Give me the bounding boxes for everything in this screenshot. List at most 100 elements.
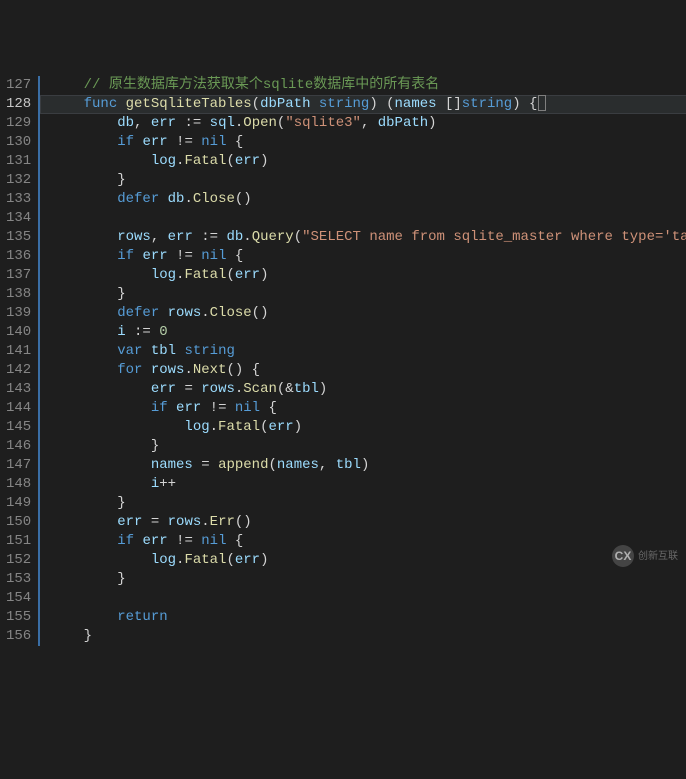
code-line[interactable]: func getSqliteTables(dbPath string) (nam… [40,95,686,114]
code-token: Fatal [184,153,226,169]
code-token: } [50,571,126,587]
code-token: . [184,362,192,378]
code-token: "SELECT name from sqlite_master where ty… [302,229,686,245]
code-token: if [151,400,168,416]
code-token: err [142,533,167,549]
code-token: rows [117,229,151,245]
code-token: db [117,115,134,131]
code-token [50,609,117,625]
line-number: 154 [6,589,30,608]
code-token [50,343,117,359]
code-token: i [151,476,159,492]
code-token: Query [252,229,294,245]
code-token: rows [201,381,235,397]
code-token: { [226,533,243,549]
code-token: ) [428,115,436,131]
code-token: tbl [294,381,319,397]
code-line[interactable]: var tbl string [50,342,686,361]
code-token: err [142,134,167,150]
line-number: 142 [6,361,30,380]
line-number: 144 [6,399,30,418]
code-line[interactable] [50,589,686,608]
watermark-logo-icon: CX [612,545,634,567]
code-token: err [168,229,193,245]
code-line[interactable]: } [50,285,686,304]
code-token: nil [235,400,260,416]
code-line[interactable]: return [50,608,686,627]
code-token [50,248,117,264]
code-token: = [193,457,218,473]
code-token: (& [277,381,294,397]
code-token [142,343,150,359]
code-token: 0 [159,324,167,340]
code-line[interactable]: db, err := sql.Open("sqlite3", dbPath) [50,114,686,133]
code-token: append [218,457,268,473]
line-number: 153 [6,570,30,589]
code-token [142,362,150,378]
code-token: Err [210,514,235,530]
code-token: var [117,343,142,359]
code-token: . [201,305,209,321]
code-token: for [117,362,142,378]
code-line[interactable]: log.Fatal(err) [50,152,686,171]
code-token: . [201,514,209,530]
code-line[interactable]: rows, err := db.Query("SELECT name from … [50,228,686,247]
code-editor[interactable]: 1271281291301311321331341351361371381391… [0,76,686,646]
code-token: , [319,457,336,473]
code-line[interactable]: if err != nil { [50,399,686,418]
code-token: } [50,172,126,188]
line-number: 137 [6,266,30,285]
code-line[interactable]: i++ [50,475,686,494]
line-number: 140 [6,323,30,342]
code-line[interactable]: if err != nil { [50,133,686,152]
code-line[interactable]: defer db.Close() [50,190,686,209]
code-token: tbl [336,457,361,473]
code-area[interactable]: // 原生数据库方法获取某个sqlite数据库中的所有表名 func getSq… [40,76,686,646]
code-line[interactable]: defer rows.Close() [50,304,686,323]
code-line[interactable]: } [50,570,686,589]
code-token: i [117,324,125,340]
line-number-gutter: 1271281291301311321331341351361371381391… [0,76,40,646]
code-line[interactable]: if err != nil { [50,532,686,551]
code-line[interactable] [50,209,686,228]
code-token: . [184,191,192,207]
line-number: 133 [6,190,30,209]
code-token: string [319,96,369,112]
code-token [50,191,117,207]
code-token: dbPath [260,96,310,112]
code-line[interactable]: // 原生数据库方法获取某个sqlite数据库中的所有表名 [50,76,686,95]
code-line[interactable]: i := 0 [50,323,686,342]
line-number: 145 [6,418,30,437]
code-line[interactable]: } [50,171,686,190]
code-line[interactable]: } [50,627,686,646]
code-line[interactable]: } [50,437,686,456]
code-token: string [184,343,234,359]
line-number: 143 [6,380,30,399]
code-token: nil [201,248,226,264]
code-line[interactable]: err = rows.Scan(&tbl) [50,380,686,399]
line-number: 136 [6,247,30,266]
code-line[interactable]: log.Fatal(err) [50,418,686,437]
code-token [50,134,117,150]
line-number: 127 [6,76,30,95]
code-token [50,381,151,397]
code-token: sql [210,115,235,131]
code-token: names [395,96,437,112]
code-token [50,77,84,93]
code-line[interactable]: log.Fatal(err) [50,551,686,570]
code-token [50,229,117,245]
code-line[interactable]: names = append(names, tbl) [50,456,686,475]
code-line[interactable]: for rows.Next() { [50,361,686,380]
code-line[interactable]: if err != nil { [50,247,686,266]
code-token: err [176,400,201,416]
code-token: log [151,267,176,283]
code-line[interactable]: err = rows.Err() [50,513,686,532]
code-token: != [168,248,202,264]
line-number: 156 [6,627,30,646]
code-line[interactable]: log.Fatal(err) [50,266,686,285]
code-line[interactable]: } [50,494,686,513]
code-token: () [235,514,252,530]
code-token: ( [294,229,302,245]
watermark: CX 创新互联 [612,545,678,567]
code-token [50,533,117,549]
